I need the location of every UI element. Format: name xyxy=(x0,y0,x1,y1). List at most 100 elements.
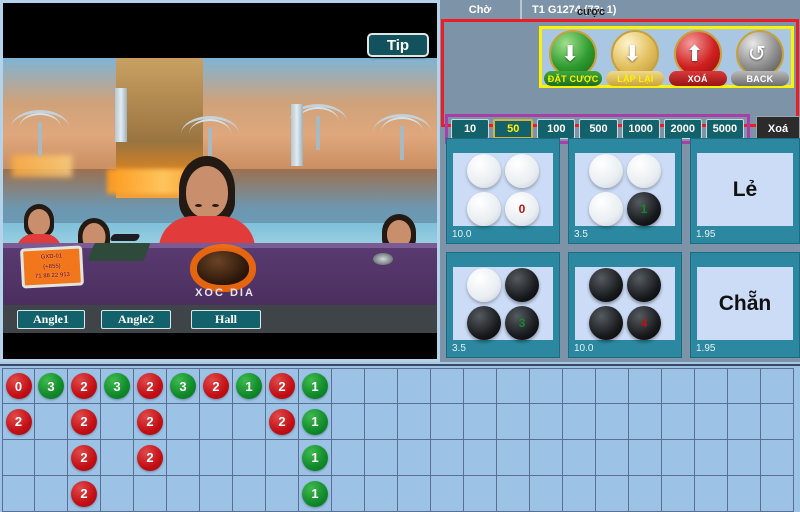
tile-odds: 1.95 xyxy=(696,229,716,240)
disc-black xyxy=(627,267,661,302)
actions-yellow-frame: ⬇ ĐẶT CƯỢC ⬇ LẶP LẠI ⬆ XOÁ ↺ BACK xyxy=(539,26,794,88)
roadmap-cell xyxy=(629,404,662,440)
roadmap-cell xyxy=(266,440,299,476)
chip-50[interactable]: 50 xyxy=(493,119,534,139)
roadmap-cell xyxy=(761,368,794,404)
roadmap-cell xyxy=(431,368,464,404)
decor-palm-icon xyxy=(11,110,69,156)
roadmap-bead: 3 xyxy=(170,373,196,399)
roadmap-cell xyxy=(233,404,266,440)
roadmap-bead: 2 xyxy=(71,408,97,435)
video-letterbox-bottom xyxy=(3,333,437,359)
roadmap-cell xyxy=(761,476,794,512)
disc-set: 1 xyxy=(589,153,661,226)
roadmap-cell xyxy=(35,404,68,440)
action-dat-cuoc-label: ĐẶT CƯỢC xyxy=(544,71,603,86)
roadmap-cell xyxy=(431,404,464,440)
roadmap-cell xyxy=(365,440,398,476)
tile-odds: 10.0 xyxy=(452,229,472,240)
chip-2000[interactable]: 2000 xyxy=(663,119,702,139)
live-video-pane[interactable]: GXD-01 (+855) 71 88 22 913 XOC DIA Angle… xyxy=(0,0,440,362)
camera-button-angle1[interactable]: Angle1 xyxy=(17,310,85,329)
sign-line-3: 71 88 22 913 xyxy=(34,272,71,281)
roadmap-cell: 1 xyxy=(299,404,332,440)
roadmap-cell xyxy=(167,404,200,440)
roadmap-cell xyxy=(332,368,365,404)
decor-palm-icon xyxy=(373,114,431,160)
tile-top-bar xyxy=(569,139,681,153)
roadmap-cell xyxy=(35,476,68,512)
status-state: Chờ xyxy=(440,0,522,19)
roadmap-cell xyxy=(365,404,398,440)
action-lap-lai-button[interactable]: ⬇ LẶP LẠI xyxy=(606,30,665,86)
chip-1000[interactable]: 1000 xyxy=(621,119,660,139)
roadmap-cell: 2 xyxy=(134,368,167,404)
roadmap-cell xyxy=(596,404,629,440)
bet-tile-four-white[interactable]: 0 10.0 xyxy=(446,138,560,244)
camera-button-angle2[interactable]: Angle2 xyxy=(101,310,171,329)
roadmap-cell xyxy=(596,368,629,404)
roadmap-cell xyxy=(497,476,530,512)
controls-red-frame: ⬇ ĐẶT CƯỢC ⬇ LẶP LẠI ⬆ XOÁ ↺ BACK 10 50 … xyxy=(441,19,800,144)
chip-500[interactable]: 500 xyxy=(579,119,618,139)
roadmap-cell xyxy=(629,476,662,512)
camera-button-hall[interactable]: Hall xyxy=(191,310,261,329)
tile-face: 0 xyxy=(453,153,553,226)
chip-100[interactable]: 100 xyxy=(537,119,576,139)
roadmap-cell xyxy=(365,476,398,512)
roadmap-cell: 2 xyxy=(68,476,101,512)
chip-5000[interactable]: 5000 xyxy=(705,119,744,139)
roadmap-cell xyxy=(563,404,596,440)
tile-top-bar xyxy=(569,253,681,267)
roadmap-cell xyxy=(563,368,596,404)
action-lap-lai-label: LẶP LẠI xyxy=(606,71,665,86)
roadmap-cell xyxy=(233,440,266,476)
action-dat-cuoc-button[interactable]: ⬇ ĐẶT CƯỢC xyxy=(544,30,603,86)
disc-black xyxy=(589,267,623,302)
tile-face: 3 xyxy=(453,267,553,340)
roadmap-bead: 2 xyxy=(5,408,32,435)
roadmap-cell xyxy=(695,476,728,512)
roadmap-cell: 2 xyxy=(68,368,101,404)
bet-tile-one-white-three-black[interactable]: 3 3.5 xyxy=(446,252,560,358)
roadmap-cell xyxy=(200,440,233,476)
tile-top-bar xyxy=(691,139,799,153)
roadmap-cell: 2 xyxy=(266,368,299,404)
roadmap-cell xyxy=(200,476,233,512)
roadmap-cell: 2 xyxy=(68,404,101,440)
bet-tile-four-black[interactable]: 4 10.0 xyxy=(568,252,682,358)
roadmap-cell: 2 xyxy=(68,440,101,476)
roadmap-cell xyxy=(563,440,596,476)
bet-tile-le[interactable]: Lẻ 1.95 xyxy=(690,138,800,244)
tile-top-bar xyxy=(447,253,559,267)
bet-tile-chan[interactable]: Chẵn 1.95 xyxy=(690,252,800,358)
roadmap-cell: 3 xyxy=(167,368,200,404)
roadmap-grid: 03232321212222122121 xyxy=(2,368,794,512)
roadmap-panel[interactable]: 03232321212222122121 Tinycat99.bet xyxy=(0,364,800,512)
roadmap-cell xyxy=(695,404,728,440)
roadmap-cell xyxy=(398,404,431,440)
roadmap-cell xyxy=(662,440,695,476)
roadmap-bead: 2 xyxy=(269,408,295,435)
status-round-info: T1 G1274 (73: 1) cược xyxy=(522,4,800,18)
tile-face: Lẻ xyxy=(697,153,793,226)
roadmap-bead: 2 xyxy=(137,444,163,471)
roadmap-bead: 2 xyxy=(71,444,97,471)
tip-button[interactable]: Tip xyxy=(367,33,429,57)
decor-pillar xyxy=(291,104,303,166)
action-back-button[interactable]: ↺ BACK xyxy=(730,30,789,86)
roadmap-cell xyxy=(332,404,365,440)
roadmap-cell: 1 xyxy=(233,368,266,404)
roadmap-cell xyxy=(365,368,398,404)
chip-10[interactable]: 10 xyxy=(451,119,490,139)
bet-tile-three-white-one-black[interactable]: 1 3.5 xyxy=(568,138,682,244)
roadmap-cell: 3 xyxy=(35,368,68,404)
action-xoa-button[interactable]: ⬆ XOÁ xyxy=(668,30,727,86)
shaker-bowl xyxy=(197,251,249,285)
roadmap-cell xyxy=(101,476,134,512)
status-bar: Chờ T1 G1274 (73: 1) cược xyxy=(440,0,800,19)
roadmap-cell xyxy=(530,476,563,512)
disc-white-marked: 0 xyxy=(505,191,539,226)
roadmap-cell xyxy=(398,476,431,512)
roadmap-cell xyxy=(596,440,629,476)
